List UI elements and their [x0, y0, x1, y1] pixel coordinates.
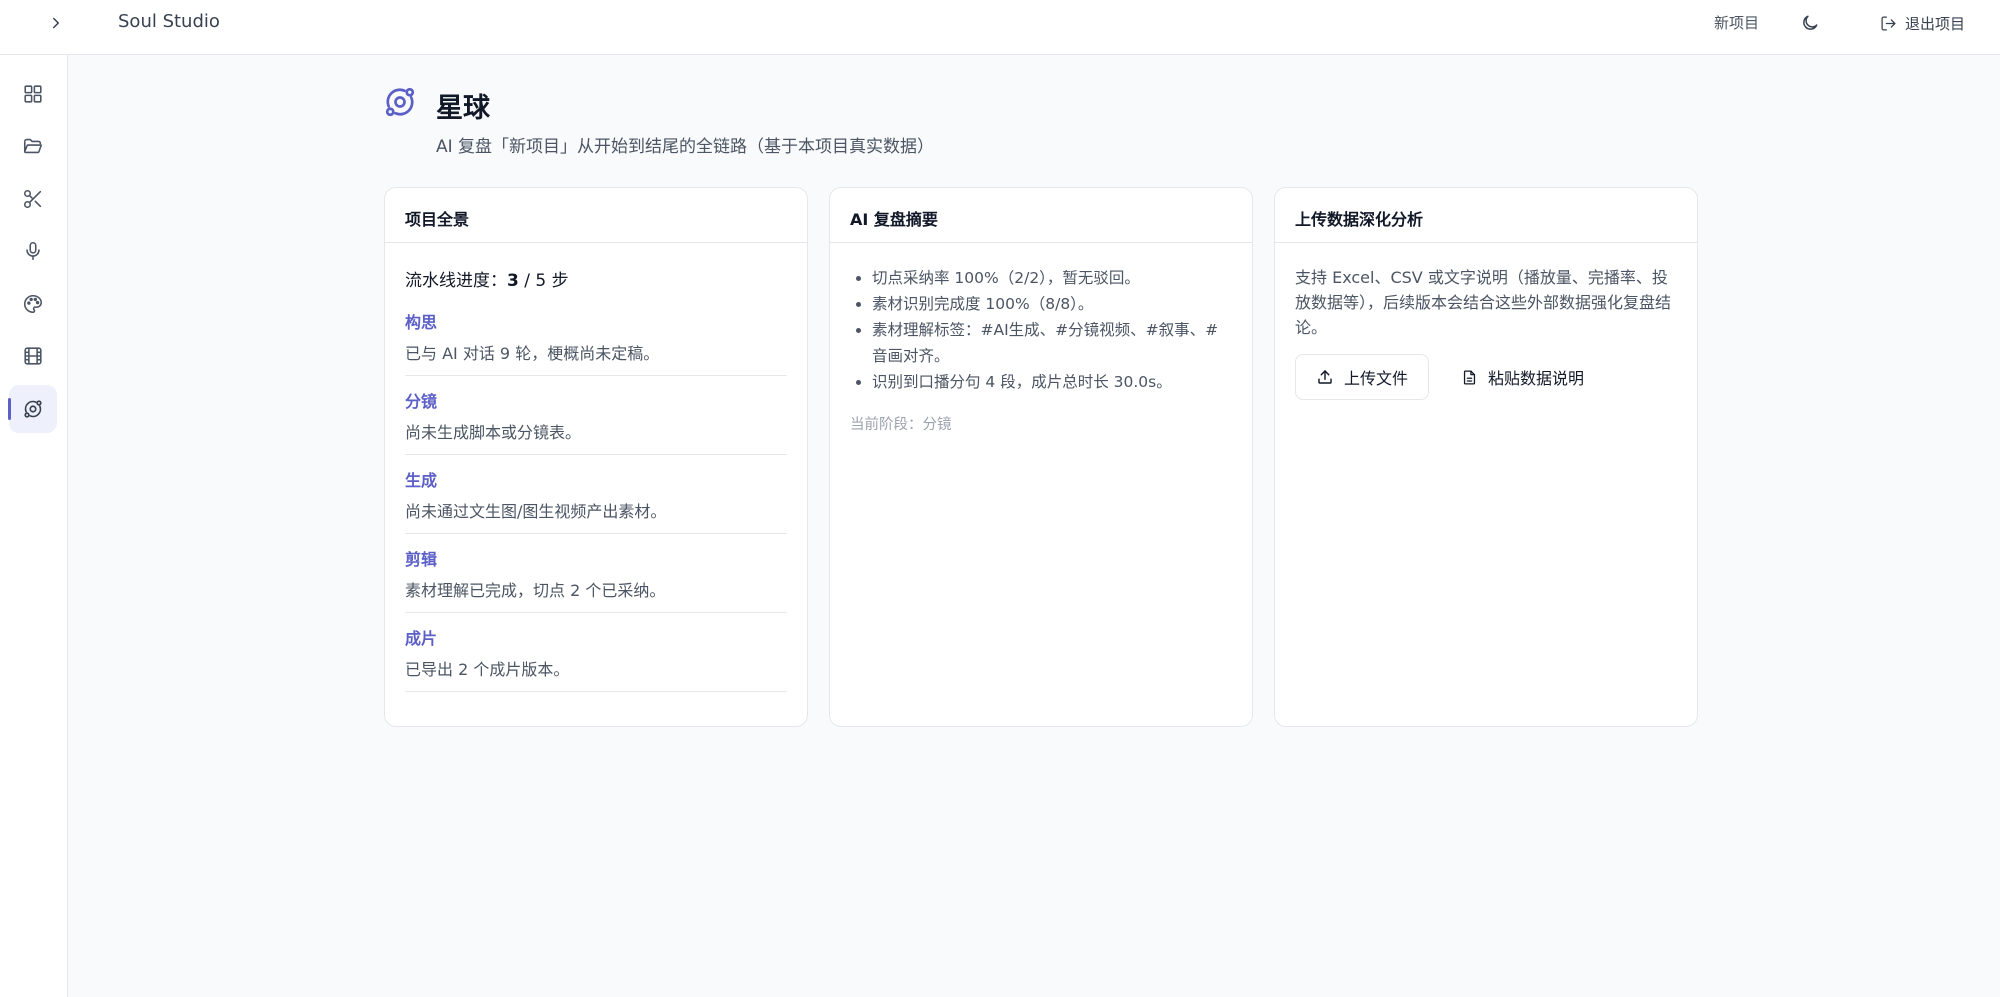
project-name[interactable]: 新项目	[1714, 12, 1759, 33]
current-stage: 当前阶段：分镜	[850, 417, 952, 433]
stage-name: 构思	[405, 313, 438, 332]
microphone-icon	[26, 241, 40, 261]
card-title: AI 复盘摘要	[830, 188, 1252, 243]
upload-file-button[interactable]: 上传文件	[1295, 354, 1430, 400]
card-title: 上传数据深化分析	[1275, 188, 1697, 243]
stage-item: 分镜 尚未生成脚本或分镜表。	[405, 376, 787, 455]
sidebar-item-materials[interactable]	[9, 122, 57, 170]
list-item: 素材理解标签：#AI生成、#分镜视频、#叙事、#音画对齐。	[872, 317, 1232, 369]
stage-name: 成片	[405, 629, 438, 648]
log-out-icon	[1881, 15, 1896, 31]
moon-icon	[1803, 15, 1818, 30]
card-title: 项目全景	[385, 188, 807, 243]
stage-item: 成片 已导出 2 个成片版本。	[405, 613, 787, 692]
stage-desc: 已与 AI 对话 9 轮，梗概尚未定稿。	[405, 344, 660, 363]
stage-name: 剪辑	[405, 550, 438, 569]
page-subtitle: AI 复盘「新项目」从开始到结尾的全链路（基于本项目真实数据）	[436, 137, 935, 157]
list-item: 素材识别完成度 100%（8/8）。	[872, 291, 1232, 317]
stage-item: 剪辑 素材理解已完成，切点 2 个已采纳。	[405, 534, 787, 613]
orbit-icon	[385, 87, 415, 117]
scissors-icon	[23, 189, 42, 209]
app-title: Soul Studio	[118, 11, 220, 32]
paste-data-label: 粘贴数据说明	[1488, 369, 1585, 388]
top-bar: Soul Studio 新项目 退出项目	[0, 0, 2000, 55]
page-title: 星球	[436, 93, 490, 124]
sidebar	[0, 55, 68, 997]
stage-name: 分镜	[405, 392, 438, 411]
sidebar-item-edit[interactable]	[9, 175, 57, 223]
sidebar-item-film[interactable]	[9, 332, 57, 380]
file-text-icon	[1463, 369, 1476, 385]
exit-project-label: 退出项目	[1905, 14, 1966, 33]
stage-item: 构思 已与 AI 对话 9 轮，梗概尚未定稿。	[405, 309, 787, 376]
upload-analysis-card: 上传数据深化分析 支持 Excel、CSV 或文字说明（播放量、完播率、投放数据…	[1274, 187, 1698, 727]
summary-list: 切点采纳率 100%（2/2），暂无驳回。 素材识别完成度 100%（8/8）。…	[850, 265, 1232, 395]
stage-name: 生成	[405, 471, 438, 490]
progress-current: 3	[507, 271, 519, 291]
exit-project-button[interactable]: 退出项目	[1880, 10, 1965, 36]
list-item: 识别到口播分句 4 段，成片总时长 30.0s。	[872, 369, 1232, 395]
sidebar-item-style[interactable]	[9, 280, 57, 328]
stage-desc: 已导出 2 个成片版本。	[405, 660, 570, 679]
orbit-icon	[24, 400, 42, 418]
sidebar-item-dashboard[interactable]	[9, 70, 57, 118]
chevron-right-icon	[53, 17, 59, 29]
ai-summary-card: AI 复盘摘要 切点采纳率 100%（2/2），暂无驳回。 素材识别完成度 10…	[829, 187, 1253, 727]
sidebar-item-voice[interactable]	[9, 227, 57, 275]
film-icon	[24, 347, 42, 365]
grid-icon	[24, 85, 42, 103]
theme-toggle-button[interactable]	[1796, 9, 1824, 37]
upload-icon	[1318, 370, 1332, 384]
upload-file-label: 上传文件	[1344, 369, 1409, 388]
stage-item: 生成 尚未通过文生图/图生视频产出素材。	[405, 455, 787, 534]
sidebar-item-planet[interactable]	[8, 385, 57, 433]
paste-data-button[interactable]: 粘贴数据说明	[1443, 354, 1602, 400]
pipeline-progress: 流水线进度：3 / 5 步	[405, 271, 569, 291]
expand-sidebar-button[interactable]	[40, 8, 72, 38]
stage-desc: 尚未生成脚本或分镜表。	[405, 423, 582, 442]
stage-desc: 尚未通过文生图/图生视频产出素材。	[405, 502, 667, 521]
upload-description: 支持 Excel、CSV 或文字说明（播放量、完播率、投放数据等），后续版本会结…	[1295, 268, 1672, 337]
project-overview-card: 项目全景 流水线进度：3 / 5 步 构思 已与 AI 对话 9 轮，梗概尚未定…	[384, 187, 808, 727]
folder-open-icon	[23, 138, 43, 154]
list-item: 切点采纳率 100%（2/2），暂无驳回。	[872, 265, 1232, 291]
palette-icon	[24, 294, 43, 314]
stage-desc: 素材理解已完成，切点 2 个已采纳。	[405, 581, 666, 600]
